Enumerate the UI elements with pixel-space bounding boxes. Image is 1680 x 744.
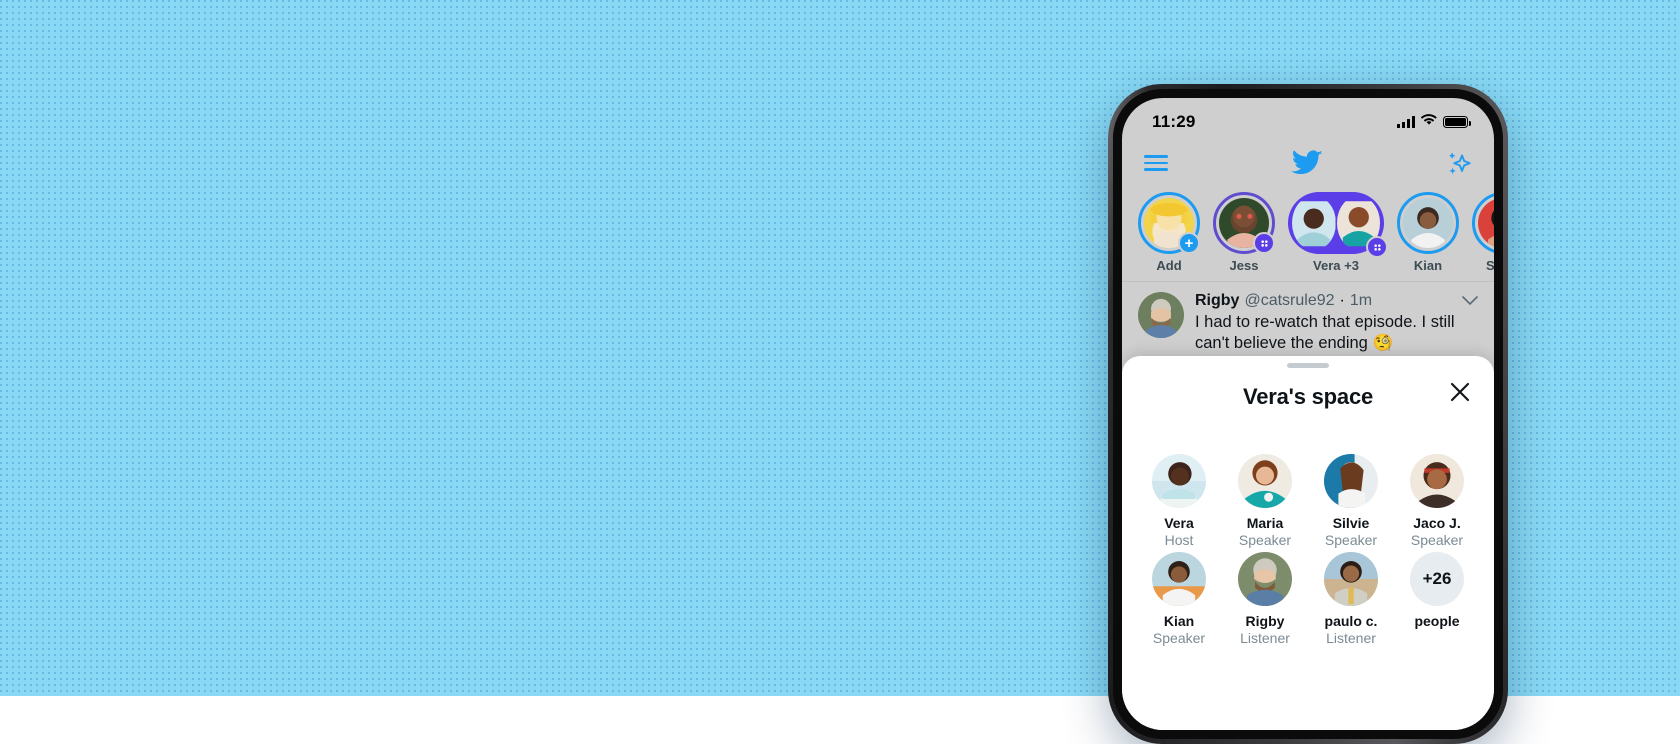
- app-top-nav: [1122, 140, 1494, 186]
- fleet-item-jess[interactable]: Jess: [1213, 192, 1275, 273]
- participant-role: Listener: [1222, 630, 1308, 646]
- phone-screen: 11:29: [1122, 98, 1494, 730]
- participant-name: people: [1394, 613, 1480, 629]
- fleet-ring: [1397, 192, 1459, 254]
- space-group-ring: [1288, 192, 1384, 254]
- tweet-separator: ·: [1340, 292, 1345, 310]
- status-indicators: [1397, 113, 1468, 131]
- tweet-card[interactable]: Rigby @catsrule92 · 1m I had to re-watch…: [1122, 281, 1494, 354]
- fleet-label: Jess: [1213, 258, 1275, 273]
- avatar: [1478, 198, 1494, 248]
- fleet-item-vera-space[interactable]: Vera +3: [1288, 192, 1384, 273]
- tweet-header: Rigby @catsrule92 · 1m: [1195, 292, 1478, 310]
- cellular-bars-icon: [1397, 116, 1415, 128]
- status-bar: 11:29: [1122, 98, 1494, 140]
- participant-name: Silvie: [1308, 515, 1394, 531]
- sheet-header: Vera's space: [1136, 368, 1480, 416]
- tweet-text: I had to re-watch that episode. I still …: [1195, 312, 1478, 354]
- avatar: [1403, 198, 1453, 248]
- participant-more-people[interactable]: +26 people: [1394, 552, 1480, 646]
- participant-jaco[interactable]: Jaco J. Speaker: [1394, 454, 1480, 548]
- fleet-label: Vera +3: [1288, 258, 1384, 273]
- participant-role: Speaker: [1308, 532, 1394, 548]
- twitter-bird-icon: [1291, 150, 1323, 177]
- fleet-item-add[interactable]: + Add: [1138, 192, 1200, 273]
- avatar[interactable]: [1152, 454, 1206, 508]
- tweet-author-name: Rigby: [1195, 292, 1239, 310]
- avatar[interactable]: [1324, 552, 1378, 606]
- fleet-label: Suzie: [1472, 258, 1494, 273]
- participant-role: Listener: [1308, 630, 1394, 646]
- avatar: [1292, 196, 1336, 250]
- participant-role: Speaker: [1222, 532, 1308, 548]
- chevron-down-icon[interactable]: [1462, 294, 1478, 309]
- participant-rigby[interactable]: Rigby Listener: [1222, 552, 1308, 646]
- avatar[interactable]: [1410, 454, 1464, 508]
- space-bottom-sheet: Vera's space: [1122, 356, 1494, 730]
- participant-paulo[interactable]: paulo c. Listener: [1308, 552, 1394, 646]
- avatar[interactable]: [1238, 454, 1292, 508]
- phone-bezel: 11:29: [1113, 89, 1503, 739]
- space-mic-icon: [1253, 232, 1275, 254]
- participant-name: Kian: [1136, 613, 1222, 629]
- tweet-timestamp: 1m: [1350, 292, 1372, 310]
- battery-full-icon: [1443, 116, 1468, 128]
- participant-name: Vera: [1136, 515, 1222, 531]
- fleet-label: Add: [1138, 258, 1200, 273]
- tweet-body: Rigby @catsrule92 · 1m I had to re-watch…: [1195, 292, 1478, 354]
- avatar[interactable]: [1152, 552, 1206, 606]
- tweet-author-handle: @catsrule92: [1244, 292, 1334, 310]
- participant-name: paulo c.: [1308, 613, 1394, 629]
- participant-role: Host: [1136, 532, 1222, 548]
- participant-silvie[interactable]: Silvie Speaker: [1308, 454, 1394, 548]
- fleet-item-suzie[interactable]: Suzie: [1472, 192, 1494, 273]
- sheet-title: Vera's space: [1243, 384, 1373, 410]
- avatar[interactable]: [1324, 454, 1378, 508]
- participants-grid: Vera Host Maria Speaker: [1136, 416, 1480, 646]
- participant-name: Jaco J.: [1394, 515, 1480, 531]
- fleet-item-kian[interactable]: Kian: [1397, 192, 1459, 273]
- participant-kian[interactable]: Kian Speaker: [1136, 552, 1222, 646]
- hamburger-menu-icon[interactable]: [1144, 155, 1168, 171]
- close-icon[interactable]: [1446, 378, 1474, 406]
- fleet-ring: +: [1138, 192, 1200, 254]
- more-people-count[interactable]: +26: [1410, 552, 1464, 606]
- wifi-icon: [1421, 113, 1437, 131]
- tweet-author-avatar[interactable]: [1138, 292, 1184, 338]
- participant-maria[interactable]: Maria Speaker: [1222, 454, 1308, 548]
- participant-name: Maria: [1222, 515, 1308, 531]
- avatar[interactable]: [1238, 552, 1292, 606]
- fleet-ring: [1213, 192, 1275, 254]
- fleets-row[interactable]: + Add: [1122, 186, 1494, 281]
- fleet-label: Kian: [1397, 258, 1459, 273]
- participant-vera[interactable]: Vera Host: [1136, 454, 1222, 548]
- fleet-ring: [1472, 192, 1494, 254]
- space-mic-icon: [1366, 236, 1388, 258]
- participant-role: Speaker: [1136, 630, 1222, 646]
- participant-role: Speaker: [1394, 532, 1480, 548]
- status-clock: 11:29: [1152, 112, 1196, 132]
- phone-mockup: 11:29: [1108, 84, 1508, 744]
- participant-name: Rigby: [1222, 613, 1308, 629]
- sparkle-icon[interactable]: [1446, 150, 1472, 176]
- add-fleet-icon[interactable]: +: [1178, 232, 1200, 254]
